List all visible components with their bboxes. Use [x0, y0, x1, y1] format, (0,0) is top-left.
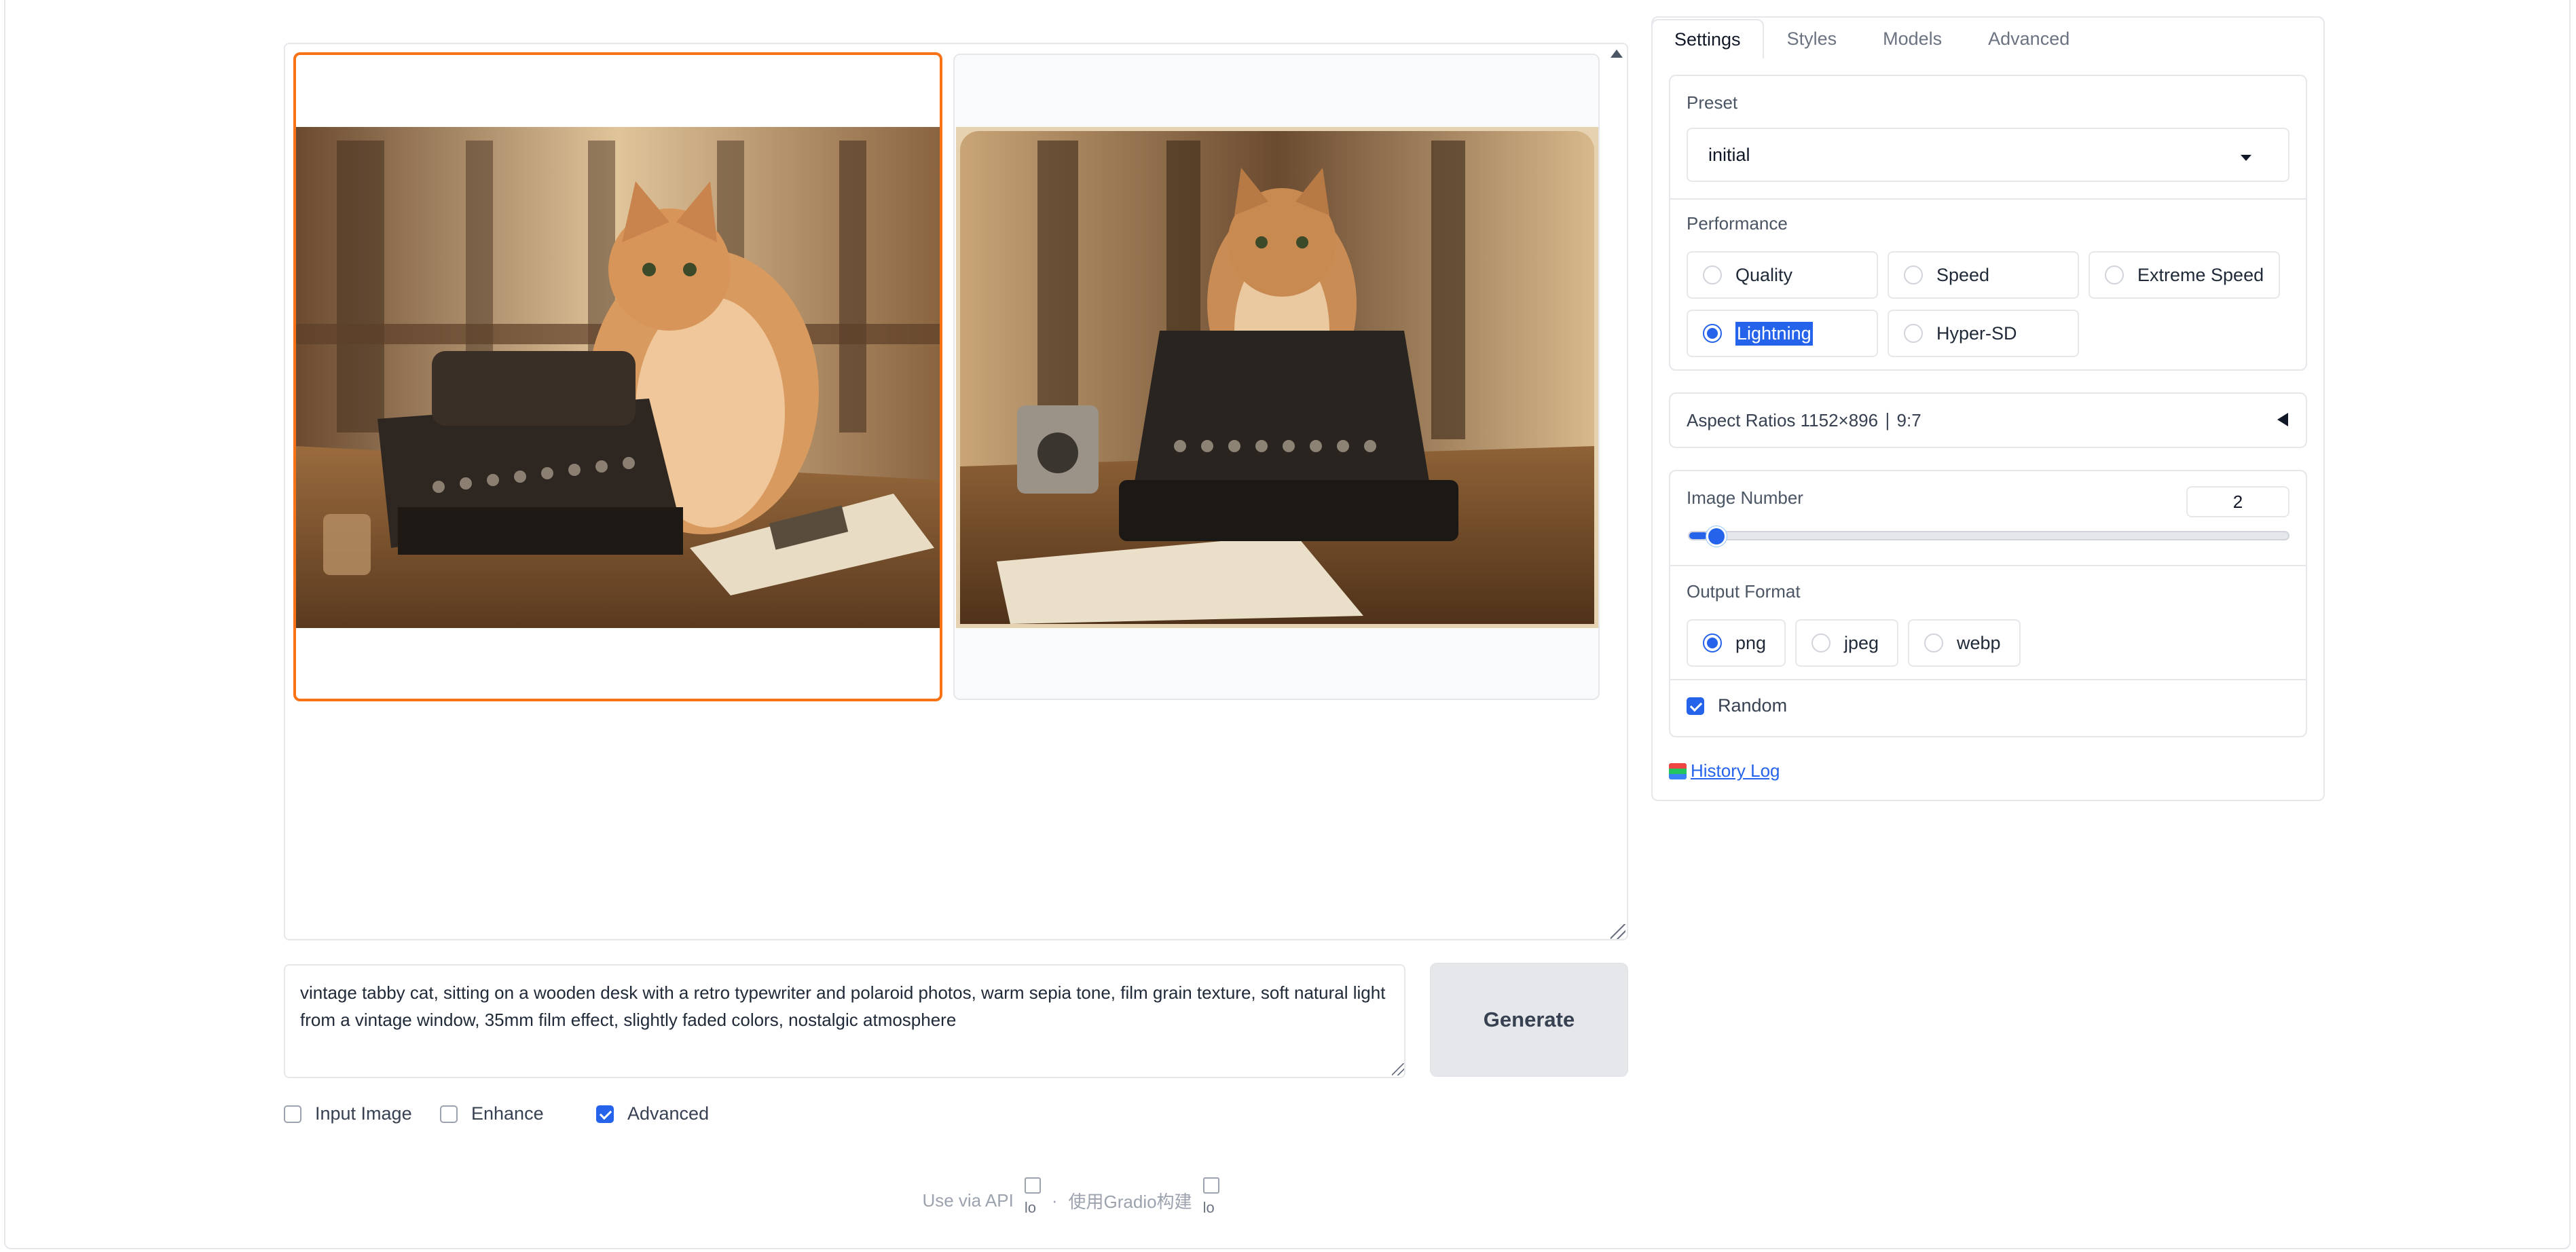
aspect-ratios-label: Aspect Ratios 1152×896 ∣ 9:7	[1687, 409, 1921, 430]
image-number-label: Image Number	[1687, 487, 1803, 508]
tab-styles[interactable]: Styles	[1764, 19, 1860, 58]
tab-bar: Settings Styles Models Advanced	[1651, 18, 2093, 58]
output-format-png[interactable]: png	[1687, 619, 1786, 667]
prompt-resize-handle-icon[interactable]	[1392, 1063, 1404, 1075]
radio-selected-icon	[1703, 324, 1722, 343]
scroll-up-arrow-icon[interactable]	[1611, 50, 1623, 58]
gradio-logo-icon: lo	[1202, 1177, 1221, 1222]
performance-option-lightning[interactable]: Lightning	[1687, 310, 1878, 357]
books-icon	[1669, 762, 1687, 779]
aspect-ratios-accordion[interactable]: Aspect Ratios 1152×896 ∣ 9:7	[1669, 392, 2307, 448]
divider	[1670, 198, 2306, 200]
preset-label: Preset	[1687, 92, 1738, 113]
history-log-link[interactable]: History Log	[1669, 760, 1780, 781]
divider	[1670, 565, 2306, 566]
preset-dropdown[interactable]: initial	[1687, 128, 2289, 182]
input-image-checkbox[interactable]: Input Image	[284, 1103, 412, 1124]
advanced-checkbox[interactable]: Advanced	[596, 1103, 709, 1124]
history-log-label: History Log	[1691, 760, 1780, 781]
tab-advanced[interactable]: Advanced	[1965, 19, 2093, 58]
output-format-webp[interactable]: webp	[1908, 619, 2021, 667]
performance-option-speed[interactable]: Speed	[1888, 251, 2079, 299]
radio-selected-icon	[1703, 633, 1722, 652]
built-with-gradio-link[interactable]: 使用Gradio构建	[1069, 1188, 1192, 1213]
footer-separator: ·	[1051, 1190, 1058, 1211]
slider-fill	[1689, 532, 1708, 539]
preset-value: initial	[1708, 144, 1750, 165]
radio-icon	[2105, 265, 2124, 284]
radio-icon	[1811, 633, 1830, 652]
radio-icon	[1904, 324, 1923, 343]
prompt-input[interactable]: vintage tabby cat, sitting on a wooden d…	[284, 964, 1405, 1078]
input-image-label: Input Image	[315, 1103, 412, 1124]
tab-models[interactable]: Models	[1860, 19, 1965, 58]
enhance-checkbox-box[interactable]	[440, 1105, 458, 1123]
generate-button[interactable]: Generate	[1430, 963, 1628, 1077]
cat-on-typewriter-image	[956, 127, 1598, 628]
performance-option-quality[interactable]: Quality	[1687, 251, 1878, 299]
random-checkbox-box[interactable]	[1687, 697, 1704, 715]
output-format-label: Output Format	[1687, 581, 1801, 602]
input-image-checkbox-box[interactable]	[284, 1105, 301, 1123]
random-label: Random	[1718, 695, 1788, 716]
collapse-arrow-icon	[2277, 413, 2288, 426]
footer: Use via API lo · 使用Gradio构建 lo	[0, 1177, 2576, 1222]
cat-typewriter-image	[296, 127, 940, 628]
performance-option-extreme-speed[interactable]: Extreme Speed	[2089, 251, 2280, 299]
tab-settings[interactable]: Settings	[1651, 19, 1764, 58]
output-format-jpeg[interactable]: jpeg	[1795, 619, 1898, 667]
resize-handle-icon[interactable]	[1611, 924, 1625, 939]
gallery-image-2[interactable]	[953, 54, 1600, 700]
performance-option-hyper-sd[interactable]: Hyper-SD	[1888, 310, 2079, 357]
radio-icon	[1703, 265, 1722, 284]
preset-performance-block: Preset initial Performance Quality Speed…	[1669, 75, 2307, 371]
dropdown-caret-icon	[2241, 155, 2251, 161]
slider-handle[interactable]	[1706, 526, 1727, 547]
use-via-api-link[interactable]: Use via API	[922, 1190, 1013, 1211]
radio-icon	[1904, 265, 1923, 284]
advanced-label: Advanced	[627, 1103, 710, 1124]
radio-icon	[1924, 633, 1943, 652]
divider	[1670, 679, 2306, 680]
image-gallery	[284, 43, 1628, 940]
image-number-input[interactable]: 2	[2186, 486, 2289, 517]
advanced-checkbox-box[interactable]	[596, 1105, 614, 1123]
api-logo-icon: lo	[1023, 1177, 1042, 1222]
performance-label: Performance	[1687, 213, 1788, 234]
gallery-image-1[interactable]	[293, 52, 942, 701]
image-number-slider[interactable]	[1688, 531, 2289, 540]
generation-options-block: Image Number 2 Output Format png jpeg we…	[1669, 470, 2307, 737]
random-checkbox[interactable]: Random	[1687, 695, 1787, 716]
enhance-label: Enhance	[471, 1103, 544, 1124]
enhance-checkbox[interactable]: Enhance	[440, 1103, 544, 1124]
